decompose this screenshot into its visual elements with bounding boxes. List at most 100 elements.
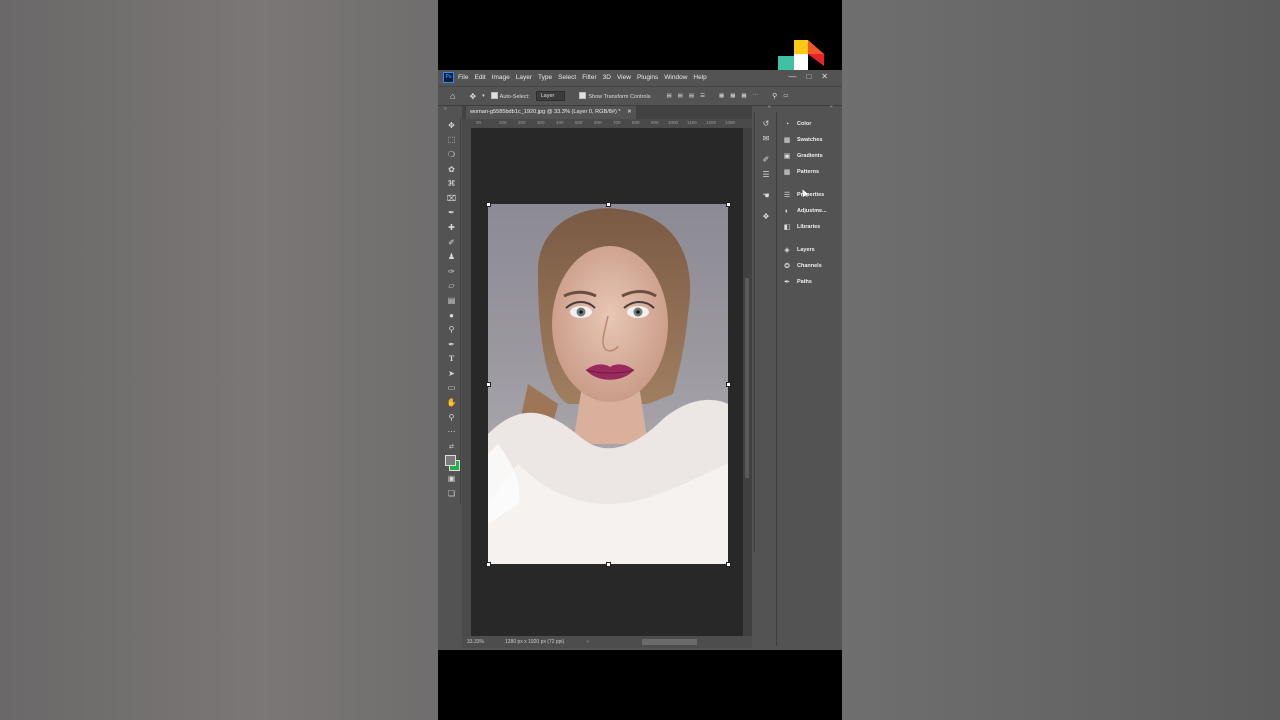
transform-handle-middle-left[interactable] — [486, 382, 491, 387]
workspace-icon[interactable]: ▭ — [783, 93, 788, 99]
foreground-color-swatch[interactable] — [445, 454, 456, 466]
document-tab[interactable]: woman-g5585bdb1c_1920.jpg @ 33.3% (Layer… — [466, 106, 636, 119]
panel-gradients[interactable]: ▣ Gradients — [777, 148, 839, 164]
checkbox-icon — [579, 92, 587, 99]
healing-brush-tool-icon[interactable]: ✚ — [443, 220, 460, 235]
panel-label: Color — [797, 121, 812, 127]
menu-view[interactable]: View — [617, 74, 631, 81]
menu-plugins[interactable]: Plugins — [637, 74, 658, 81]
menu-edit[interactable]: Edit — [474, 74, 485, 81]
panel-label: Layers — [797, 247, 815, 253]
transform-handle-middle-right[interactable] — [726, 382, 731, 387]
hand-tool-icon[interactable]: ✋ — [443, 395, 460, 410]
align-middle-icon[interactable]: ▦ — [730, 93, 735, 99]
gradient-tool-icon[interactable]: ▤ — [443, 293, 460, 308]
transform-handle-top-middle[interactable] — [606, 202, 611, 207]
panel-patterns[interactable]: ▦ Patterns — [777, 164, 839, 180]
home-icon[interactable]: ⌂ — [450, 91, 455, 101]
search-icon[interactable]: ⚲ — [772, 92, 777, 100]
panel-label: Paths — [797, 279, 812, 285]
menu-help[interactable]: Help — [693, 74, 706, 81]
transform-handle-top-left[interactable] — [486, 202, 491, 207]
close-tab-icon[interactable]: ✕ — [627, 109, 632, 115]
distribute-icon[interactable]: ☰ — [700, 93, 705, 99]
menu-select[interactable]: Select — [558, 74, 576, 81]
panel-adjustments[interactable]: ◐ Adjustme... — [777, 203, 839, 219]
plugin-icon[interactable]: ❖ — [755, 209, 777, 224]
rectangle-tool-icon[interactable]: ▭ — [443, 381, 460, 396]
type-tool-icon[interactable]: T — [443, 352, 460, 367]
blur-tool-icon[interactable]: ● — [443, 308, 460, 323]
transform-handle-bottom-right[interactable] — [726, 562, 731, 567]
panel-swatches[interactable]: ▦ Swatches — [777, 132, 839, 148]
clone-stamp-tool-icon[interactable]: ♟ — [443, 249, 460, 264]
zoom-level[interactable]: 33.33% — [467, 636, 484, 648]
pen-tool-icon[interactable]: ✒ — [443, 337, 460, 352]
frame-tool-icon[interactable]: ⌧ — [443, 191, 460, 206]
auto-select-dropdown[interactable]: Layer — [535, 91, 566, 101]
transform-handle-bottom-left[interactable] — [486, 562, 491, 567]
brush-tool-icon[interactable]: ✐ — [443, 235, 460, 250]
marquee-tool-icon[interactable]: ⬚ — [443, 133, 460, 148]
brush-settings-icon[interactable]: ✐ — [755, 152, 777, 167]
lasso-tool-icon[interactable]: ❍ — [443, 147, 460, 162]
align-bottom-icon[interactable]: ▦ — [741, 93, 746, 99]
menu-type[interactable]: Type — [538, 74, 552, 81]
quick-select-tool-icon[interactable]: ✿ — [443, 162, 460, 177]
more-tools-icon[interactable]: ⋯ — [443, 424, 460, 439]
checkbox-icon — [490, 92, 498, 99]
history-brush-tool-icon[interactable]: ✑ — [443, 264, 460, 279]
pen-path-icon: ✒ — [784, 279, 790, 286]
auto-select-checkbox[interactable]: Auto-Select: — [490, 92, 530, 100]
path-select-tool-icon[interactable]: ➤ — [443, 366, 460, 381]
menu-3d[interactable]: 3D — [603, 74, 611, 81]
align-left-icon[interactable]: ▤ — [666, 93, 671, 99]
collapse-mini-panel-icon[interactable]: « — [768, 104, 771, 110]
adjust-sliders-icon[interactable]: ☰ — [755, 167, 777, 182]
minimize-icon[interactable]: — — [788, 72, 796, 81]
close-icon[interactable]: ✕ — [821, 72, 828, 81]
canvas-area[interactable] — [471, 128, 743, 636]
transform-handle-top-right[interactable] — [726, 202, 731, 207]
glyph-icon[interactable]: ☚ — [755, 188, 777, 203]
document-image[interactable] — [488, 204, 728, 564]
panel-properties[interactable]: ☰ Properties — [777, 187, 839, 203]
align-top-icon[interactable]: ▦ — [719, 93, 724, 99]
collapse-panels-icon[interactable]: « — [830, 104, 833, 110]
screen-mode-icon[interactable]: ❏ — [443, 486, 460, 501]
panel-channels[interactable]: ❂ Channels — [777, 258, 839, 274]
transform-controls-checkbox[interactable]: Show Transform Controls — [579, 92, 650, 100]
chevron-right-icon[interactable]: › — [587, 636, 589, 648]
zoom-tool-icon[interactable]: ⚲ — [443, 410, 460, 425]
chevron-down-icon[interactable]: ▾ — [482, 93, 485, 99]
panel-libraries[interactable]: ◧ Libraries — [777, 219, 839, 235]
panel-layers[interactable]: ◈ Layers — [777, 242, 839, 258]
vertical-scroll-thumb[interactable] — [745, 278, 749, 478]
menu-filter[interactable]: Filter — [582, 74, 596, 81]
eyedropper-tool-icon[interactable]: ✒ — [443, 206, 460, 221]
menu-image[interactable]: Image — [492, 74, 510, 81]
menu-layer[interactable]: Layer — [516, 74, 532, 81]
menu-window[interactable]: Window — [664, 74, 687, 81]
vertical-scrollbar[interactable] — [743, 128, 752, 636]
eraser-tool-icon[interactable]: ▱ — [443, 279, 460, 294]
align-center-icon[interactable]: ▤ — [678, 93, 683, 99]
panel-color[interactable]: ◔ Color — [777, 116, 839, 132]
comment-icon[interactable]: ✉ — [755, 131, 777, 146]
restore-icon[interactable]: □ — [806, 72, 811, 81]
collapse-toolbar-icon[interactable]: » — [444, 106, 447, 112]
transform-handle-bottom-middle[interactable] — [606, 562, 611, 567]
crop-tool-icon[interactable]: ⌘ — [443, 176, 460, 191]
history-icon[interactable]: ↺ — [755, 116, 777, 131]
quick-mask-icon[interactable]: ▣ — [443, 472, 460, 487]
swap-colors-icon[interactable]: ⇄ — [443, 439, 460, 454]
horizontal-scroll-thumb[interactable] — [642, 639, 697, 645]
document-dimensions: 1280 px x 1920 px (72 ppi) — [505, 639, 565, 645]
move-tool-icon[interactable]: ✥ — [443, 118, 460, 133]
panel-paths[interactable]: ✒ Paths — [777, 274, 839, 290]
align-right-icon[interactable]: ▤ — [689, 93, 694, 99]
dodge-tool-icon[interactable]: ⚲ — [443, 322, 460, 337]
menu-file[interactable]: File — [458, 74, 468, 81]
more-options-icon[interactable]: ⋯ — [753, 93, 759, 99]
move-tool-icon[interactable]: ✥ — [469, 92, 476, 101]
